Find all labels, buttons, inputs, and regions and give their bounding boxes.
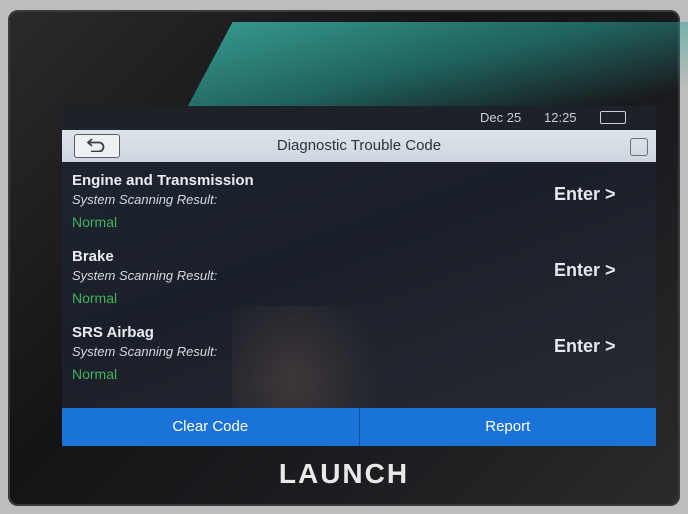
report-button[interactable]: Report: [360, 408, 657, 446]
system-name: Engine and Transmission: [72, 172, 254, 189]
system-status: Normal: [72, 366, 118, 382]
enter-button-srs-airbag[interactable]: Enter >: [554, 336, 616, 357]
status-date: Dec 25: [480, 110, 522, 125]
screenshot-icon[interactable]: [630, 138, 648, 156]
system-row-srs-airbag: SRS Airbag System Scanning Result: Norma…: [62, 322, 656, 394]
status-time: 12:25: [544, 110, 577, 125]
system-subtitle: System Scanning Result:: [72, 192, 218, 207]
brand-logo: LAUNCH: [278, 458, 410, 489]
system-name: Brake: [72, 248, 114, 265]
system-row-engine: Engine and Transmission System Scanning …: [62, 170, 656, 242]
system-status: Normal: [72, 214, 118, 230]
title-bar: Diagnostic Trouble Code: [62, 130, 656, 162]
system-name: SRS Airbag: [72, 324, 154, 341]
clear-code-button[interactable]: Clear Code: [62, 408, 359, 446]
action-bar: Clear Code Report: [62, 408, 656, 446]
system-row-brake: Brake System Scanning Result: Normal Ent…: [62, 246, 656, 318]
page-title: Diagnostic Trouble Code: [276, 137, 442, 154]
system-subtitle: System Scanning Result:: [72, 268, 218, 283]
battery-icon: [600, 111, 626, 124]
enter-button-engine[interactable]: Enter >: [554, 184, 616, 205]
device-screen: Dec 25 12:25 Diagnostic Trouble Code Eng…: [62, 106, 656, 446]
system-subtitle: System Scanning Result:: [72, 344, 218, 359]
status-bar: Dec 25 12:25: [62, 106, 656, 128]
system-status: Normal: [72, 290, 118, 306]
enter-button-brake[interactable]: Enter >: [554, 260, 616, 281]
scan-tool-device: Dec 25 12:25 Diagnostic Trouble Code Eng…: [8, 10, 688, 506]
